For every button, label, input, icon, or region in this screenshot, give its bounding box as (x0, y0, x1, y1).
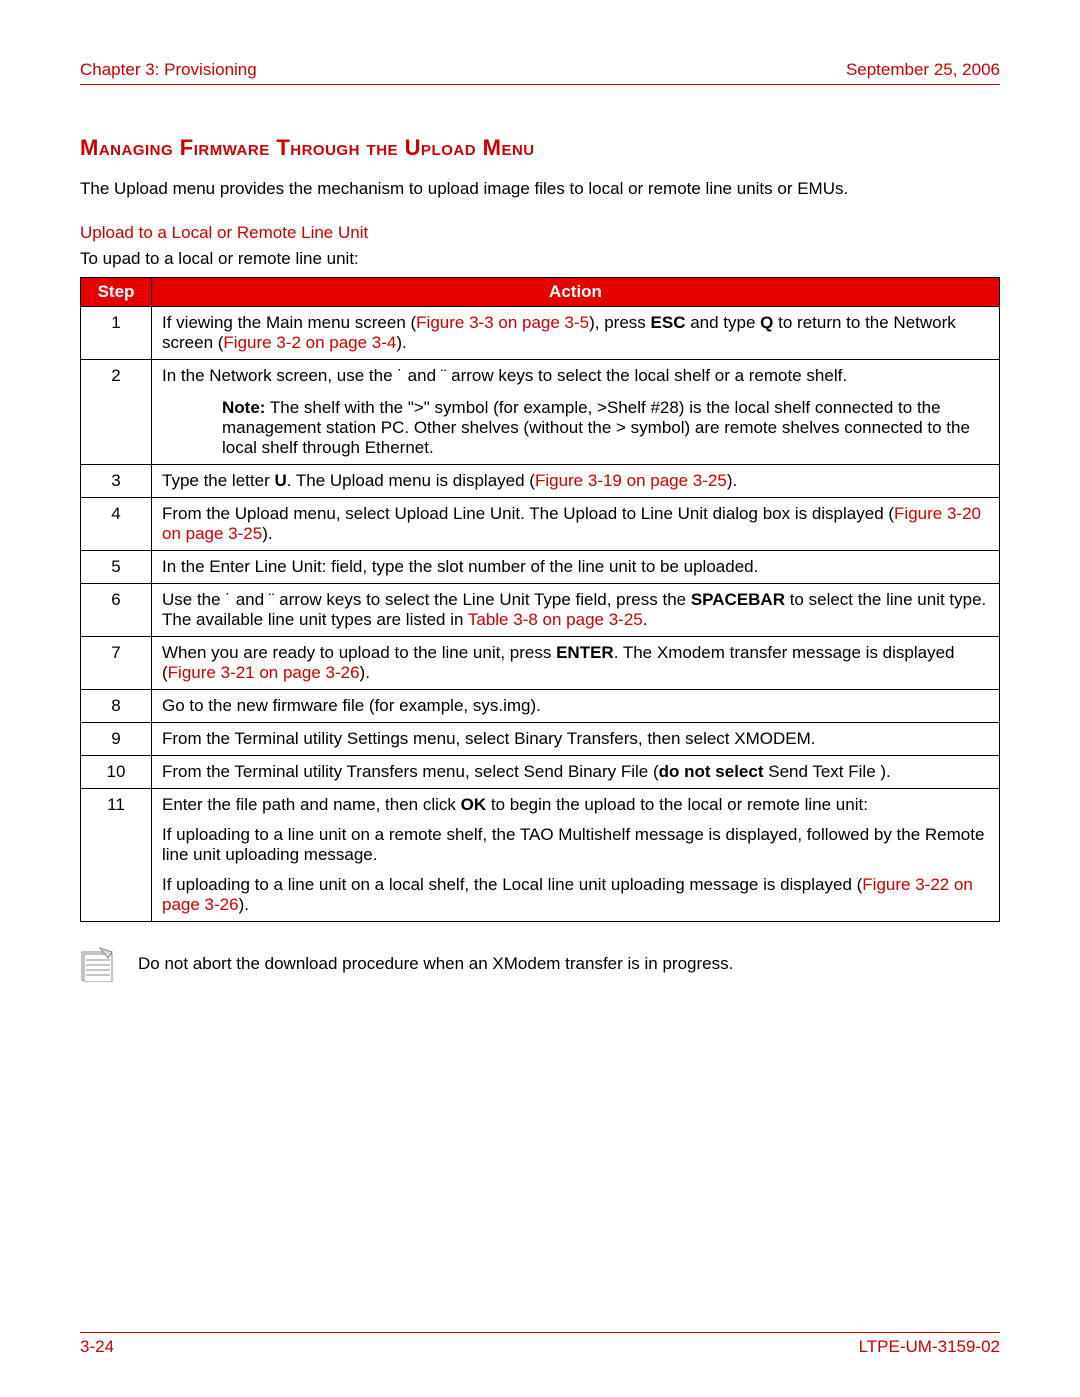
step-action: Use the ˙ and ¨ arrow keys to select the… (152, 584, 1000, 637)
page-footer: 3-24 LTPE-UM-3159-02 (80, 1332, 1000, 1357)
table-row: 2 In the Network screen, use the ˙ and ¨… (81, 360, 1000, 465)
step-num: 9 (81, 723, 152, 756)
step-action: In the Enter Line Unit: field, type the … (152, 551, 1000, 584)
step-num: 7 (81, 637, 152, 690)
step-num: 6 (81, 584, 152, 637)
step-num: 10 (81, 756, 152, 789)
table-row: 8 Go to the new firmware file (for examp… (81, 690, 1000, 723)
table-row: 1 If viewing the Main menu screen (Figur… (81, 307, 1000, 360)
steps-table: Step Action 1 If viewing the Main menu s… (80, 277, 1000, 922)
section-title: Managing Firmware Through the Upload Men… (80, 135, 1000, 161)
subsection-intro: To upad to a local or remote line unit: (80, 249, 1000, 269)
step-action: Type the letter U. The Upload menu is di… (152, 465, 1000, 498)
step-num: 3 (81, 465, 152, 498)
step-num: 4 (81, 498, 152, 551)
figure-link[interactable]: Figure 3-21 on page 3-26 (168, 663, 360, 682)
notepad-icon (80, 946, 114, 982)
table-row: 6 Use the ˙ and ¨ arrow keys to select t… (81, 584, 1000, 637)
page-header: Chapter 3: Provisioning September 25, 20… (80, 60, 1000, 85)
table-row: 3 Type the letter U. The Upload menu is … (81, 465, 1000, 498)
step-num: 1 (81, 307, 152, 360)
step-action: Go to the new firmware file (for example… (152, 690, 1000, 723)
step-num: 11 (81, 789, 152, 922)
step-action: If viewing the Main menu screen (Figure … (152, 307, 1000, 360)
figure-link[interactable]: Figure 3-2 on page 3-4 (223, 333, 396, 352)
doc-id: LTPE-UM-3159-02 (859, 1337, 1000, 1357)
note-text: Do not abort the download procedure when… (138, 946, 733, 974)
step-num: 8 (81, 690, 152, 723)
figure-link[interactable]: Figure 3-3 on page 3-5 (416, 313, 589, 332)
table-row: 11 Enter the file path and name, then cl… (81, 789, 1000, 922)
col-step: Step (81, 278, 152, 307)
page-number: 3-24 (80, 1337, 114, 1357)
step-num: 5 (81, 551, 152, 584)
step-action: In the Network screen, use the ˙ and ¨ a… (152, 360, 1000, 465)
table-link[interactable]: Table 3-8 on page 3-25 (468, 610, 643, 629)
page: Chapter 3: Provisioning September 25, 20… (0, 0, 1080, 1397)
table-row: 5 In the Enter Line Unit: field, type th… (81, 551, 1000, 584)
table-row: 10 From the Terminal utility Transfers m… (81, 756, 1000, 789)
step-action: When you are ready to upload to the line… (152, 637, 1000, 690)
step-action: From the Terminal utility Transfers menu… (152, 756, 1000, 789)
step-num: 2 (81, 360, 152, 465)
note-callout: Do not abort the download procedure when… (80, 946, 1000, 982)
step-action: From the Terminal utility Settings menu,… (152, 723, 1000, 756)
subsection-title: Upload to a Local or Remote Line Unit (80, 223, 1000, 243)
section-intro: The Upload menu provides the mechanism t… (80, 179, 1000, 199)
table-row: 7 When you are ready to upload to the li… (81, 637, 1000, 690)
chapter-label: Chapter 3: Provisioning (80, 60, 257, 80)
col-action: Action (152, 278, 1000, 307)
header-date: September 25, 2006 (846, 60, 1000, 80)
step-action: Enter the file path and name, then click… (152, 789, 1000, 922)
table-row: 9 From the Terminal utility Settings men… (81, 723, 1000, 756)
table-row: 4 From the Upload menu, select Upload Li… (81, 498, 1000, 551)
figure-link[interactable]: Figure 3-19 on page 3-25 (535, 471, 727, 490)
note-block: Note: The shelf with the ">" symbol (for… (162, 398, 989, 458)
step-action: From the Upload menu, select Upload Line… (152, 498, 1000, 551)
